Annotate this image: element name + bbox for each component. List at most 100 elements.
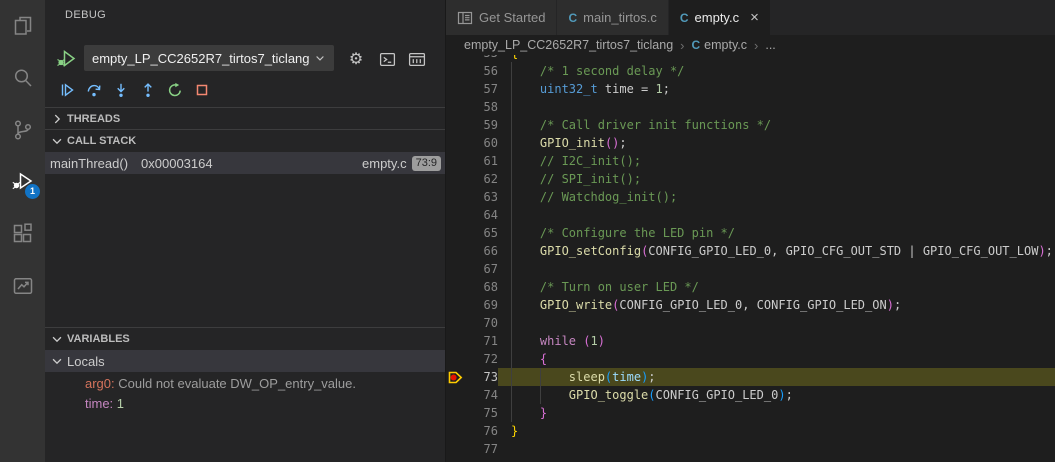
breakpoint-gutter[interactable] [446, 62, 464, 80]
variables-list: arg0: Could not evaluate DW_OP_entry_val… [45, 373, 445, 413]
breakpoint-gutter[interactable] [446, 134, 464, 152]
code-line-56[interactable]: 56 /* 1 second delay */ [446, 62, 1055, 80]
code-line-64[interactable]: 64 [446, 206, 1055, 224]
line-number: 77 [464, 440, 498, 458]
breakpoint-gutter[interactable] [446, 152, 464, 170]
variable-row-arg0[interactable]: arg0: Could not evaluate DW_OP_entry_val… [45, 373, 445, 393]
breakpoint-gutter[interactable] [446, 314, 464, 332]
ide-window: 1 DEBUG empty_LP_CC2652R7_tirtos7_ticlan… [0, 0, 1055, 462]
code-line-73[interactable]: 73 sleep(time); [446, 368, 1055, 386]
line-number: 58 [464, 98, 498, 116]
current-instruction-breakpoint-icon[interactable] [446, 368, 464, 386]
code-line-76[interactable]: 76} [446, 422, 1055, 440]
line-content: GPIO_init(); [498, 134, 1055, 152]
tab-get-started[interactable]: Get Started [446, 0, 557, 35]
continue-button[interactable] [55, 78, 78, 101]
activity-item-analysis[interactable] [0, 260, 45, 312]
code-line-65[interactable]: 65 /* Configure the LED pin */ [446, 224, 1055, 242]
code-line-57[interactable]: 57 uint32_t time = 1; [446, 80, 1055, 98]
step-over-button[interactable] [82, 78, 105, 101]
step-into-button[interactable] [109, 78, 132, 101]
threads-section-header[interactable]: THREADS [45, 107, 445, 129]
line-content: } [498, 422, 1055, 440]
activity-item-run-and-debug[interactable]: 1 [0, 156, 45, 208]
search-icon [11, 66, 35, 90]
call-stack-frame[interactable]: mainThread() 0x00003164 empty.c 73:9 [45, 152, 445, 174]
code-line-62[interactable]: 62 // SPI_init(); [446, 170, 1055, 188]
stop-button[interactable] [190, 78, 213, 101]
launch-config-dropdown[interactable]: empty_LP_CC2652R7_tirtos7_ticlang [84, 45, 334, 71]
breakpoint-gutter[interactable] [446, 206, 464, 224]
restart-icon [167, 82, 183, 98]
code-line-72[interactable]: 72 { [446, 350, 1055, 368]
activity-item-extensions[interactable] [0, 208, 45, 260]
code-line-74[interactable]: 74 GPIO_toggle(CONFIG_GPIO_LED_0); [446, 386, 1055, 404]
tab-empty-c[interactable]: Cempty.c× [669, 0, 771, 35]
code-viewport[interactable]: 55{56 /* 1 second delay */57 uint32_t ti… [446, 44, 1055, 458]
code-line-77[interactable]: 77 [446, 440, 1055, 458]
c-file-icon: C [568, 11, 577, 25]
breakpoint-gutter[interactable] [446, 296, 464, 314]
code-line-70[interactable]: 70 [446, 314, 1055, 332]
line-content: while (1) [498, 332, 1055, 350]
debug-panel-icon[interactable] [406, 49, 428, 69]
code-line-67[interactable]: 67 [446, 260, 1055, 278]
launch-row: empty_LP_CC2652R7_tirtos7_ticlang ⚙ [45, 45, 445, 72]
restart-button[interactable] [163, 78, 186, 101]
breadcrumb: empty_LP_CC2652R7_tirtos7_ticlang › C em… [446, 35, 1055, 55]
breakpoint-gutter[interactable] [446, 116, 464, 134]
gear-icon[interactable]: ⚙ [345, 49, 367, 69]
close-icon[interactable]: × [750, 10, 759, 25]
breakpoint-gutter[interactable] [446, 242, 464, 260]
variable-row-time[interactable]: time: 1 [45, 393, 445, 413]
breakpoint-gutter[interactable] [446, 170, 464, 188]
breadcrumb-file[interactable]: empty.c [704, 38, 747, 52]
code-line-61[interactable]: 61 // I2C_init(); [446, 152, 1055, 170]
breakpoint-gutter[interactable] [446, 278, 464, 296]
code-line-69[interactable]: 69 GPIO_write(CONFIG_GPIO_LED_0, CONFIG_… [446, 296, 1055, 314]
code-line-71[interactable]: 71 while (1) [446, 332, 1055, 350]
breakpoint-gutter[interactable] [446, 188, 464, 206]
activity-item-search[interactable] [0, 52, 45, 104]
code-line-58[interactable]: 58 [446, 98, 1055, 116]
activity-bar: 1 [0, 0, 45, 462]
code-line-59[interactable]: 59 /* Call driver init functions */ [446, 116, 1055, 134]
code-line-60[interactable]: 60 GPIO_init(); [446, 134, 1055, 152]
sidebar-title: DEBUG [65, 9, 106, 21]
breakpoint-gutter[interactable] [446, 440, 464, 458]
line-content: /* Call driver init functions */ [498, 116, 1055, 134]
activity-item-source-control[interactable] [0, 104, 45, 156]
step-out-button[interactable] [136, 78, 159, 101]
step-over-icon [86, 82, 102, 98]
call-stack-section-header[interactable]: CALL STACK [45, 129, 445, 151]
breakpoint-gutter[interactable] [446, 404, 464, 422]
analysis-icon [11, 274, 35, 298]
breakpoint-gutter[interactable] [446, 422, 464, 440]
breadcrumb-symbol[interactable]: ... [765, 38, 775, 52]
breakpoint-gutter[interactable] [446, 332, 464, 350]
line-number: 70 [464, 314, 498, 332]
code-line-68[interactable]: 68 /* Turn on user LED */ [446, 278, 1055, 296]
frame-function: mainThread() [50, 156, 128, 171]
line-number: 62 [464, 170, 498, 188]
activity-item-explorer[interactable] [0, 0, 45, 52]
breakpoint-gutter[interactable] [446, 386, 464, 404]
breakpoint-gutter[interactable] [446, 98, 464, 116]
breakpoint-gutter[interactable] [446, 260, 464, 278]
open-console-icon[interactable] [376, 49, 398, 69]
line-content [498, 98, 1055, 116]
breadcrumb-project[interactable]: empty_LP_CC2652R7_tirtos7_ticlang [464, 38, 673, 52]
continue-icon [59, 82, 75, 98]
code-line-66[interactable]: 66 GPIO_setConfig(CONFIG_GPIO_LED_0, GPI… [446, 242, 1055, 260]
locals-scope-row[interactable]: Locals [45, 350, 445, 372]
code-line-75[interactable]: 75 } [446, 404, 1055, 422]
debug-start-icon[interactable] [56, 48, 77, 69]
breakpoint-gutter[interactable] [446, 350, 464, 368]
variables-section-header[interactable]: VARIABLES [45, 327, 445, 349]
chevron-right-icon [50, 112, 64, 126]
code-line-63[interactable]: 63 // Watchdog_init(); [446, 188, 1055, 206]
breakpoint-gutter[interactable] [446, 80, 464, 98]
tab-main-tirtos-c[interactable]: Cmain_tirtos.c [557, 0, 668, 35]
breakpoint-gutter[interactable] [446, 224, 464, 242]
chevron-right-icon: › [754, 38, 758, 53]
